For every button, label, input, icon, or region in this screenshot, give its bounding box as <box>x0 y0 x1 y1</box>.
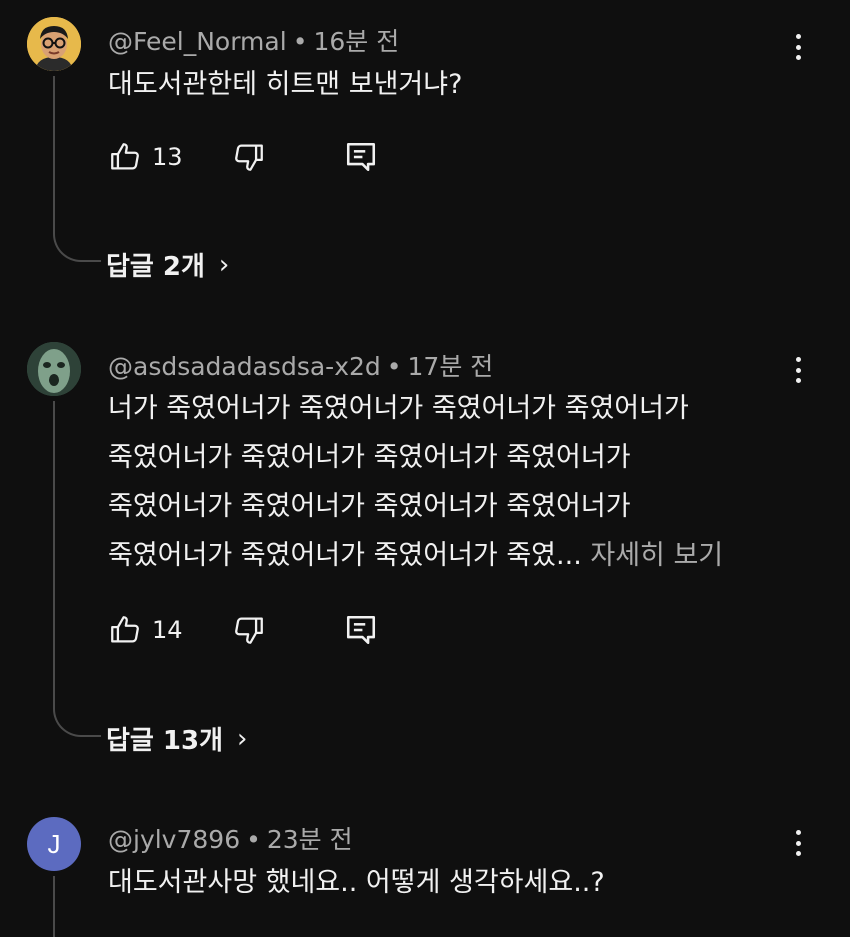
chevron-right-icon: › <box>237 723 248 754</box>
comment-line: 죽였어너가 죽였어너가 죽였어너가 죽였어너가 <box>108 491 631 522</box>
avatar[interactable] <box>27 17 81 71</box>
dislike-button[interactable] <box>232 612 266 648</box>
comment-line: 죽였어너가 죽였어너가 죽였어너가 죽였어너가 <box>108 442 631 473</box>
avatar-letter: J <box>47 828 61 859</box>
dislike-button[interactable] <box>232 139 266 175</box>
comment-line: 죽였어너가 죽였어너가 죽였어너가 죽였... <box>108 540 582 571</box>
green-face-icon <box>27 342 81 396</box>
like-count: 13 <box>152 143 183 171</box>
comment-author[interactable]: @Feel_Normal <box>108 27 287 56</box>
comment-time: 23분 전 <box>266 825 353 854</box>
reply-comment-icon <box>346 615 376 645</box>
thumbs-down-icon <box>235 617 263 644</box>
thread-line <box>53 76 55 228</box>
comment-text: 대도서관한테 히트맨 보낸거냐? <box>108 60 462 109</box>
comment-author[interactable]: @asdsadadasdsa-x2d <box>108 352 381 381</box>
chevron-right-icon: › <box>218 249 230 280</box>
comment-meta: @asdsadadasdsa-x2d • 17분 전 <box>108 347 493 383</box>
thread-line <box>53 401 55 703</box>
thread-connector <box>53 226 101 262</box>
thumbs-up-icon <box>111 616 139 643</box>
avatar[interactable]: J <box>27 817 81 871</box>
thumbs-up-icon <box>111 143 139 170</box>
comment-meta: @Feel_Normal • 16분 전 <box>108 22 399 58</box>
comment-text: 대도서관사망 했네요.. 어떻게 생각하세요..? <box>108 858 605 907</box>
comment-line: 너가 죽였어너가 죽였어너가 죽였어너가 죽였어너가 <box>108 393 689 424</box>
avatar[interactable] <box>27 342 81 396</box>
person-glasses-icon <box>27 17 81 71</box>
like-count: 14 <box>152 616 183 644</box>
thread-connector <box>53 701 101 737</box>
like-button[interactable]: 14 <box>108 612 183 648</box>
replies-label: 답글 2개 <box>106 252 205 282</box>
reply-button[interactable] <box>344 612 378 648</box>
comment-line-last: 죽였어너가 죽였어너가 죽였어너가 죽였... 자세히 보기 <box>108 531 723 580</box>
reply-comment-icon <box>346 142 376 172</box>
separator-dot: • <box>292 27 308 56</box>
reply-button[interactable] <box>344 139 378 175</box>
replies-label: 답글 13개 <box>106 726 223 756</box>
more-vertical-icon[interactable] <box>784 828 812 858</box>
read-more-link[interactable]: 자세히 보기 <box>582 540 723 571</box>
replies-button[interactable]: 답글 13개 › <box>106 720 247 757</box>
thumbs-down-icon <box>235 144 263 171</box>
comment-text: 너가 죽였어너가 죽였어너가 죽였어너가 죽였어너가 죽였어너가 죽였어너가 죽… <box>108 384 723 580</box>
separator-dot: • <box>246 825 261 854</box>
like-button[interactable]: 13 <box>108 139 183 175</box>
comment-line: 대도서관한테 히트맨 보낸거냐? <box>108 69 463 100</box>
more-vertical-icon[interactable] <box>784 32 812 62</box>
comment-time: 17분 전 <box>407 352 494 381</box>
separator-dot: • <box>386 352 402 381</box>
replies-button[interactable]: 답글 2개 › <box>106 246 229 283</box>
more-vertical-icon[interactable] <box>784 355 812 385</box>
comment-meta: @jylv7896 • 23분 전 <box>108 820 353 856</box>
thread-line <box>53 876 55 937</box>
comment-author[interactable]: @jylv7896 <box>108 825 240 854</box>
comment-time: 16분 전 <box>313 27 400 56</box>
comment-line: 대도서관사망 했네요.. 어떻게 생각하세요..? <box>108 867 605 898</box>
